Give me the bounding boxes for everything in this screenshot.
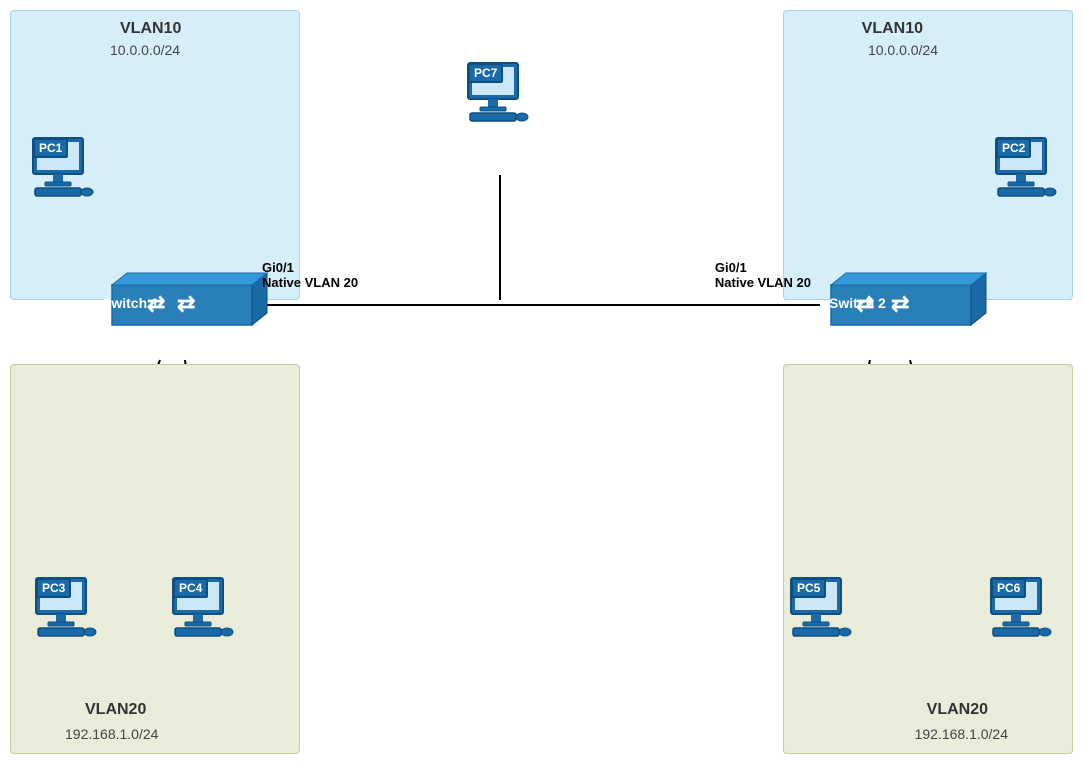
trunk-left-interface: Gi0/1 bbox=[262, 260, 358, 275]
trunk-right-native-vlan: Native VLAN 20 bbox=[715, 275, 811, 290]
vlan10-right-label: VLAN10 bbox=[862, 20, 923, 38]
svg-text:⇄: ⇄ bbox=[177, 291, 195, 316]
zone-vlan20-right bbox=[783, 364, 1073, 754]
pc3-icon: PC3 bbox=[28, 570, 98, 630]
vlan10-right-subnet: 10.0.0.0/24 bbox=[868, 42, 938, 58]
svg-text:⇄: ⇄ bbox=[891, 291, 909, 316]
pc5-icon: PC5 bbox=[783, 570, 853, 630]
vlan10-left-label: VLAN10 bbox=[120, 20, 181, 38]
pc7-label: PC7 bbox=[468, 63, 503, 83]
pc1-label: PC1 bbox=[33, 138, 68, 158]
trunk-right-interface: Gi0/1 bbox=[715, 260, 811, 275]
pc5-label: PC5 bbox=[791, 578, 826, 598]
pc2-icon: PC2 bbox=[988, 130, 1058, 190]
switch1-label: Switch 1 bbox=[102, 295, 159, 311]
pc3-label: PC3 bbox=[36, 578, 71, 598]
pc1-icon: PC1 bbox=[25, 130, 95, 190]
diagram-container: VLAN10 10.0.0.0/24 VLAN10 10.0.0.0/24 VL… bbox=[0, 0, 1083, 764]
switch1-icon: ⇄ ⇄ Switch 1 bbox=[92, 265, 272, 345]
zone-vlan20-left bbox=[10, 364, 300, 754]
vlan20-left-label: VLAN20 bbox=[85, 701, 146, 719]
pc2-label: PC2 bbox=[996, 138, 1031, 158]
trunk-left-native-vlan: Native VLAN 20 bbox=[262, 275, 358, 290]
trunk-right-labels: Gi0/1 Native VLAN 20 bbox=[715, 260, 811, 290]
pc6-icon: PC6 bbox=[983, 570, 1053, 630]
vlan10-left-subnet: 10.0.0.0/24 bbox=[110, 42, 180, 58]
pc6-label: PC6 bbox=[991, 578, 1026, 598]
vlan20-left-subnet: 192.168.1.0/24 bbox=[65, 726, 158, 742]
vlan20-right-subnet: 192.168.1.0/24 bbox=[915, 726, 1008, 742]
pc4-icon: PC4 bbox=[165, 570, 235, 630]
switch2-icon: ⇄ ⇄ Switch 2 bbox=[811, 265, 991, 345]
switch2-label: Switch 2 bbox=[829, 295, 886, 311]
pc7-icon: PC7 bbox=[460, 55, 530, 115]
pc4-label: PC4 bbox=[173, 578, 208, 598]
trunk-left-labels: Gi0/1 Native VLAN 20 bbox=[262, 260, 358, 290]
vlan20-right-label: VLAN20 bbox=[927, 701, 988, 719]
